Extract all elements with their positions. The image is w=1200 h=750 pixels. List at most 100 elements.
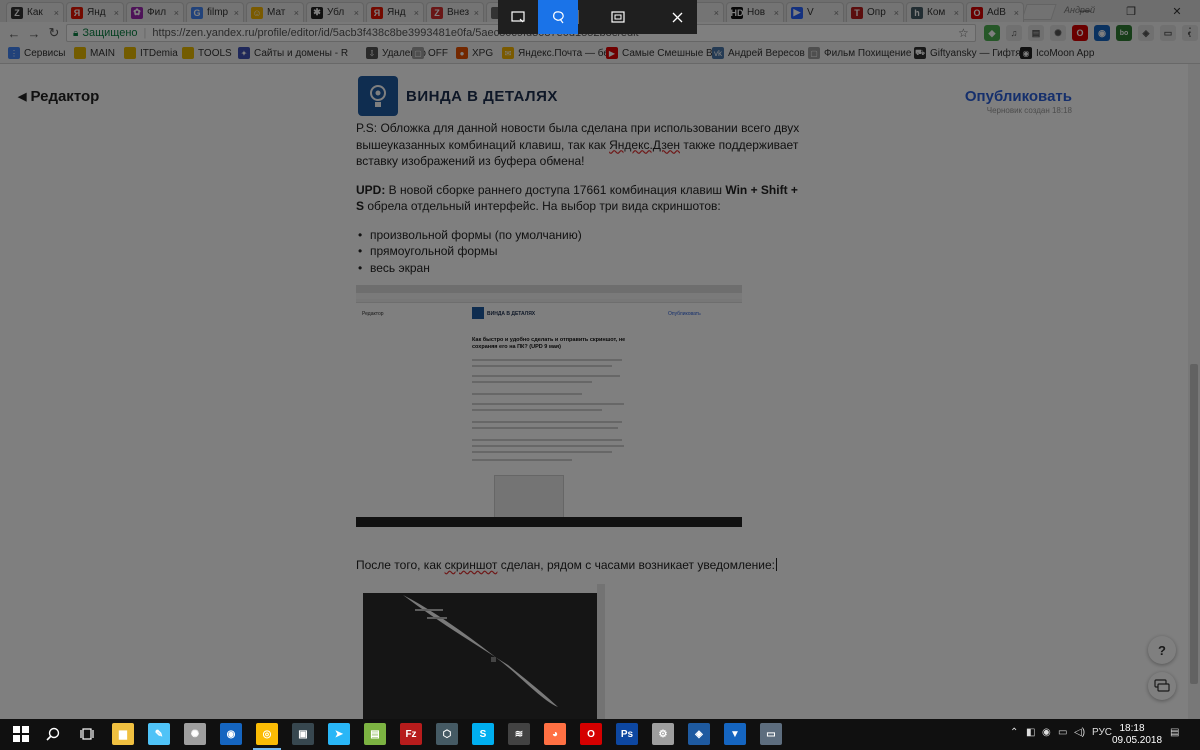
freeform-snip-image[interactable] [363, 593, 597, 719]
bookmark-item[interactable]: ● XPG [456, 47, 493, 59]
extension-cast-icon[interactable]: ▭ [1160, 25, 1176, 41]
channel-brand[interactable]: ВИНДА В ДЕТАЛЯХ [358, 76, 558, 116]
bookmark-item[interactable]: MAIN [74, 47, 115, 59]
bookmark-item[interactable]: vk Андрей Вересов [712, 47, 805, 59]
tab-close-icon[interactable]: × [954, 8, 959, 18]
bookmark-item[interactable]: ◉ IcoMoon App [1020, 47, 1094, 59]
tab-close-icon[interactable]: × [894, 8, 899, 18]
tab-close-icon[interactable]: × [834, 8, 839, 18]
tab-0[interactable]: Z Как × [6, 2, 64, 22]
notepad-app-icon[interactable]: ▤ [364, 723, 386, 745]
bitwarden-app-icon[interactable]: ▼ [724, 723, 746, 745]
tab-close-icon[interactable]: × [114, 8, 119, 18]
tab-close-icon[interactable]: × [234, 8, 239, 18]
extension-music-icon[interactable]: ♫ [1006, 25, 1022, 41]
tab-close-icon[interactable]: × [294, 8, 299, 18]
tab-7[interactable]: Z Внез × [426, 2, 484, 22]
embedded-screenshot[interactable]: Редактор ВИНДА В ДЕТАЛЯХ Опубликовать Ка… [356, 285, 742, 527]
chrome-app-icon[interactable]: ◎ [256, 723, 278, 745]
minimize-button[interactable]: — [1062, 0, 1108, 22]
gear-app-icon[interactable]: ⚙ [652, 723, 674, 745]
tray-chevron-icon[interactable]: ⌃ [1010, 727, 1018, 738]
tab-close-icon[interactable]: × [474, 8, 479, 18]
publish-button[interactable]: Опубликовать [900, 88, 1072, 105]
close-snip-button[interactable] [657, 0, 697, 34]
bookmark-item[interactable]: ▶ Самые Смешные Ви [606, 47, 718, 59]
task-view-icon[interactable] [76, 723, 98, 745]
opera-extension-icon[interactable]: O [1072, 25, 1088, 41]
tab-close-icon[interactable]: × [714, 8, 719, 18]
filezilla-app-icon[interactable]: Fz [400, 723, 422, 745]
tab-close-icon[interactable]: × [774, 8, 779, 18]
language-indicator[interactable]: РУС [1092, 727, 1112, 738]
virtualbox-app-icon[interactable]: ⬡ [436, 723, 458, 745]
bookmark-item[interactable]: ✉ Яндекс.Почта — бе [502, 47, 609, 59]
tab-3[interactable]: Gfilmp × [186, 2, 244, 22]
extension-blue-icon[interactable]: ◉ [1094, 25, 1110, 41]
scrollbar-thumb[interactable] [1190, 364, 1198, 684]
rectangular-snip-button[interactable] [498, 0, 538, 34]
search-icon[interactable] [42, 723, 64, 745]
extension-bo-icon[interactable]: bo [1116, 25, 1132, 41]
extension-green-icon[interactable]: ◆ [984, 25, 1000, 41]
opera-app-icon[interactable]: O [580, 723, 602, 745]
chat-button[interactable] [1148, 672, 1176, 700]
tab-15[interactable]: h Ком × [906, 2, 964, 22]
tab-2[interactable]: ✿ Фил × [126, 2, 184, 22]
windows-start-icon[interactable] [10, 723, 32, 745]
paint-app-icon[interactable]: ✎ [148, 723, 170, 745]
bookmark-item[interactable]: ▢ OFF [412, 47, 448, 59]
photoshop-app-icon[interactable]: Ps [616, 723, 638, 745]
new-tab-button[interactable] [1021, 4, 1057, 20]
editor-back-link[interactable]: ◀ Редактор [18, 88, 99, 105]
notification-paragraph[interactable]: После того, как скриншот сделан, рядом с… [356, 558, 777, 572]
zen-app-icon[interactable]: ◈ [688, 723, 710, 745]
extension-shield-icon[interactable]: ◈ [1138, 25, 1154, 41]
help-button[interactable]: ? [1148, 636, 1176, 664]
tab-close-icon[interactable]: × [1014, 8, 1019, 18]
bookmark-item[interactable]: ITDemia [124, 47, 178, 59]
tab-14[interactable]: T Опр × [846, 2, 904, 22]
tab-4[interactable]: ☺ Мат × [246, 2, 304, 22]
tab-16[interactable]: O AdB × [966, 2, 1024, 22]
chrome-menu-icon[interactable]: ⋮ [1184, 25, 1196, 39]
back-arrow-icon[interactable]: ← [6, 25, 22, 41]
window-app-icon[interactable]: ▣ [292, 723, 314, 745]
steam-app-icon[interactable]: ≋ [508, 723, 530, 745]
telegram-app-icon[interactable]: ➤ [328, 723, 350, 745]
article-body[interactable]: P.S: Обложка для данной новости была сде… [356, 120, 806, 276]
tab-close-icon[interactable]: × [54, 8, 59, 18]
firefox-app-icon[interactable]: ◕ [544, 723, 566, 745]
network-icon[interactable]: ▭ [1058, 727, 1067, 738]
tab-close-icon[interactable]: × [414, 8, 419, 18]
settings-cog-app-icon[interactable]: ✺ [184, 723, 206, 745]
reload-icon[interactable]: ↻ [46, 25, 62, 41]
tab-5[interactable]: ✱ Убл × [306, 2, 364, 22]
freeform-snip-button[interactable] [538, 0, 578, 34]
tab-6[interactable]: Я Янд × [366, 2, 424, 22]
tab-close-icon[interactable]: × [354, 8, 359, 18]
password-app-icon[interactable]: ◉ [220, 723, 242, 745]
folder-app-icon[interactable]: ▆ [112, 723, 134, 745]
clock[interactable]: 18:18 09.05.2018 [1112, 723, 1162, 747]
tab-12[interactable]: HD Нов × [726, 2, 784, 22]
monitor-app-icon[interactable]: ▭ [760, 723, 782, 745]
bookmark-item[interactable]: ⋮ Сервисы [8, 47, 65, 59]
bookmark-star-icon[interactable]: ☆ [958, 26, 969, 40]
extension-save-icon[interactable]: ▤ [1028, 25, 1044, 41]
maximize-button[interactable]: ❐ [1108, 0, 1154, 22]
tab-13[interactable]: ▶ V × [786, 2, 844, 22]
fullscreen-snip-button[interactable] [579, 0, 657, 34]
bookmark-item[interactable]: ✦ Сайты и домены - R [238, 47, 348, 59]
page-scrollbar[interactable] [1188, 64, 1200, 719]
tab-close-icon[interactable]: × [174, 8, 179, 18]
bookmark-item[interactable]: TOOLS [182, 47, 232, 59]
close-window-button[interactable]: ✕ [1154, 0, 1200, 22]
skype-app-icon[interactable]: S [472, 723, 494, 745]
notification-center-icon[interactable]: ▤ [1170, 727, 1179, 738]
bookmark-item[interactable]: ▢ Фильм Похищение [808, 47, 911, 59]
bookmark-item[interactable]: ⛟ Giftyansky — Гифтя [914, 47, 1021, 59]
forward-arrow-icon[interactable]: → [26, 25, 42, 41]
tray-app-icon[interactable]: ◧ [1026, 727, 1035, 738]
tab-1[interactable]: Я Янд × [66, 2, 124, 22]
